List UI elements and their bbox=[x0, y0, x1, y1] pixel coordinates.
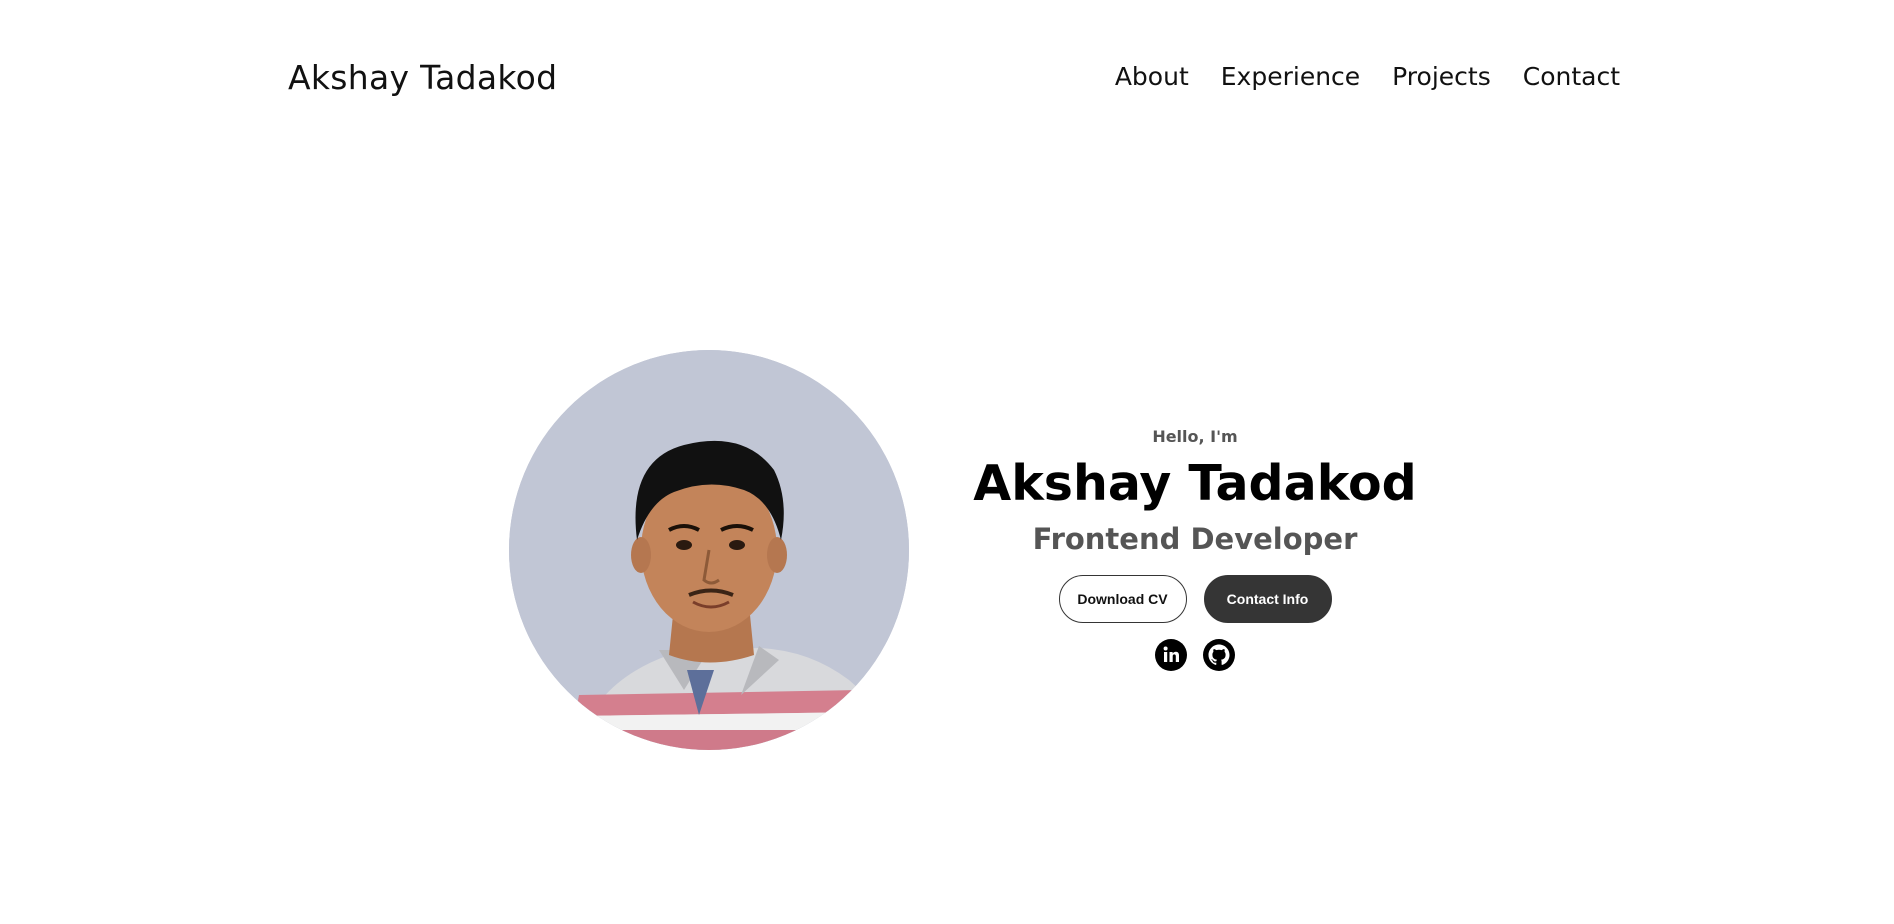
profile-picture bbox=[509, 350, 909, 750]
nav-item-experience: Experience bbox=[1221, 62, 1360, 91]
nav-item-contact: Contact bbox=[1523, 62, 1620, 91]
nav-item-projects: Projects bbox=[1392, 62, 1491, 91]
nav-links: About Experience Projects Contact bbox=[1115, 62, 1620, 91]
github-icon[interactable] bbox=[1202, 638, 1236, 672]
profile-name: Akshay Tadakod bbox=[973, 455, 1417, 512]
top-navigation: Akshay Tadakod About Experience Projects… bbox=[0, 0, 1894, 160]
action-buttons: Download CV Contact Info bbox=[940, 575, 1450, 624]
nav-link-projects[interactable]: Projects bbox=[1392, 62, 1491, 91]
site-logo[interactable]: Akshay Tadakod bbox=[288, 58, 557, 97]
nav-link-experience[interactable]: Experience bbox=[1221, 62, 1360, 91]
profile-photo-illustration bbox=[509, 350, 909, 750]
nav-item-about: About bbox=[1115, 62, 1189, 91]
greeting-text: Hello, I'm bbox=[1152, 427, 1238, 446]
nav-link-contact[interactable]: Contact bbox=[1523, 62, 1620, 91]
profile-role: Frontend Developer bbox=[1032, 522, 1358, 557]
download-cv-button[interactable]: Download CV bbox=[1058, 575, 1187, 624]
contact-info-button[interactable]: Contact Info bbox=[1203, 575, 1332, 624]
intro-block: Hello, I'm Akshay Tadakod Frontend Devel… bbox=[940, 420, 1450, 672]
nav-link-about[interactable]: About bbox=[1115, 62, 1189, 91]
social-links bbox=[940, 638, 1450, 672]
linkedin-icon[interactable] bbox=[1154, 638, 1188, 672]
